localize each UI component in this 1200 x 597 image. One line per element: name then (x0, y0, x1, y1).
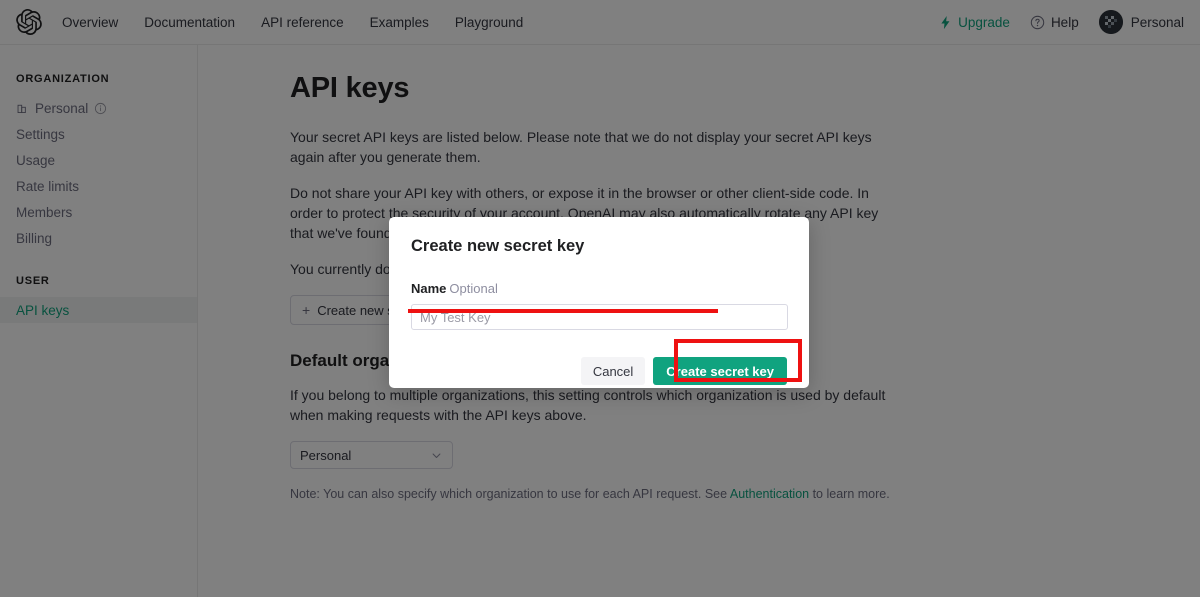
name-optional-text: Optional (449, 281, 498, 296)
annotation-underline-name-input (408, 309, 718, 313)
annotation-box-create-secret-key-button (674, 339, 802, 382)
name-label-text: Name (411, 281, 447, 296)
cancel-button[interactable]: Cancel (580, 357, 646, 385)
modal-title: Create new secret key (411, 237, 585, 255)
name-field-label: Name Optional (411, 281, 787, 296)
name-input[interactable] (411, 304, 788, 330)
